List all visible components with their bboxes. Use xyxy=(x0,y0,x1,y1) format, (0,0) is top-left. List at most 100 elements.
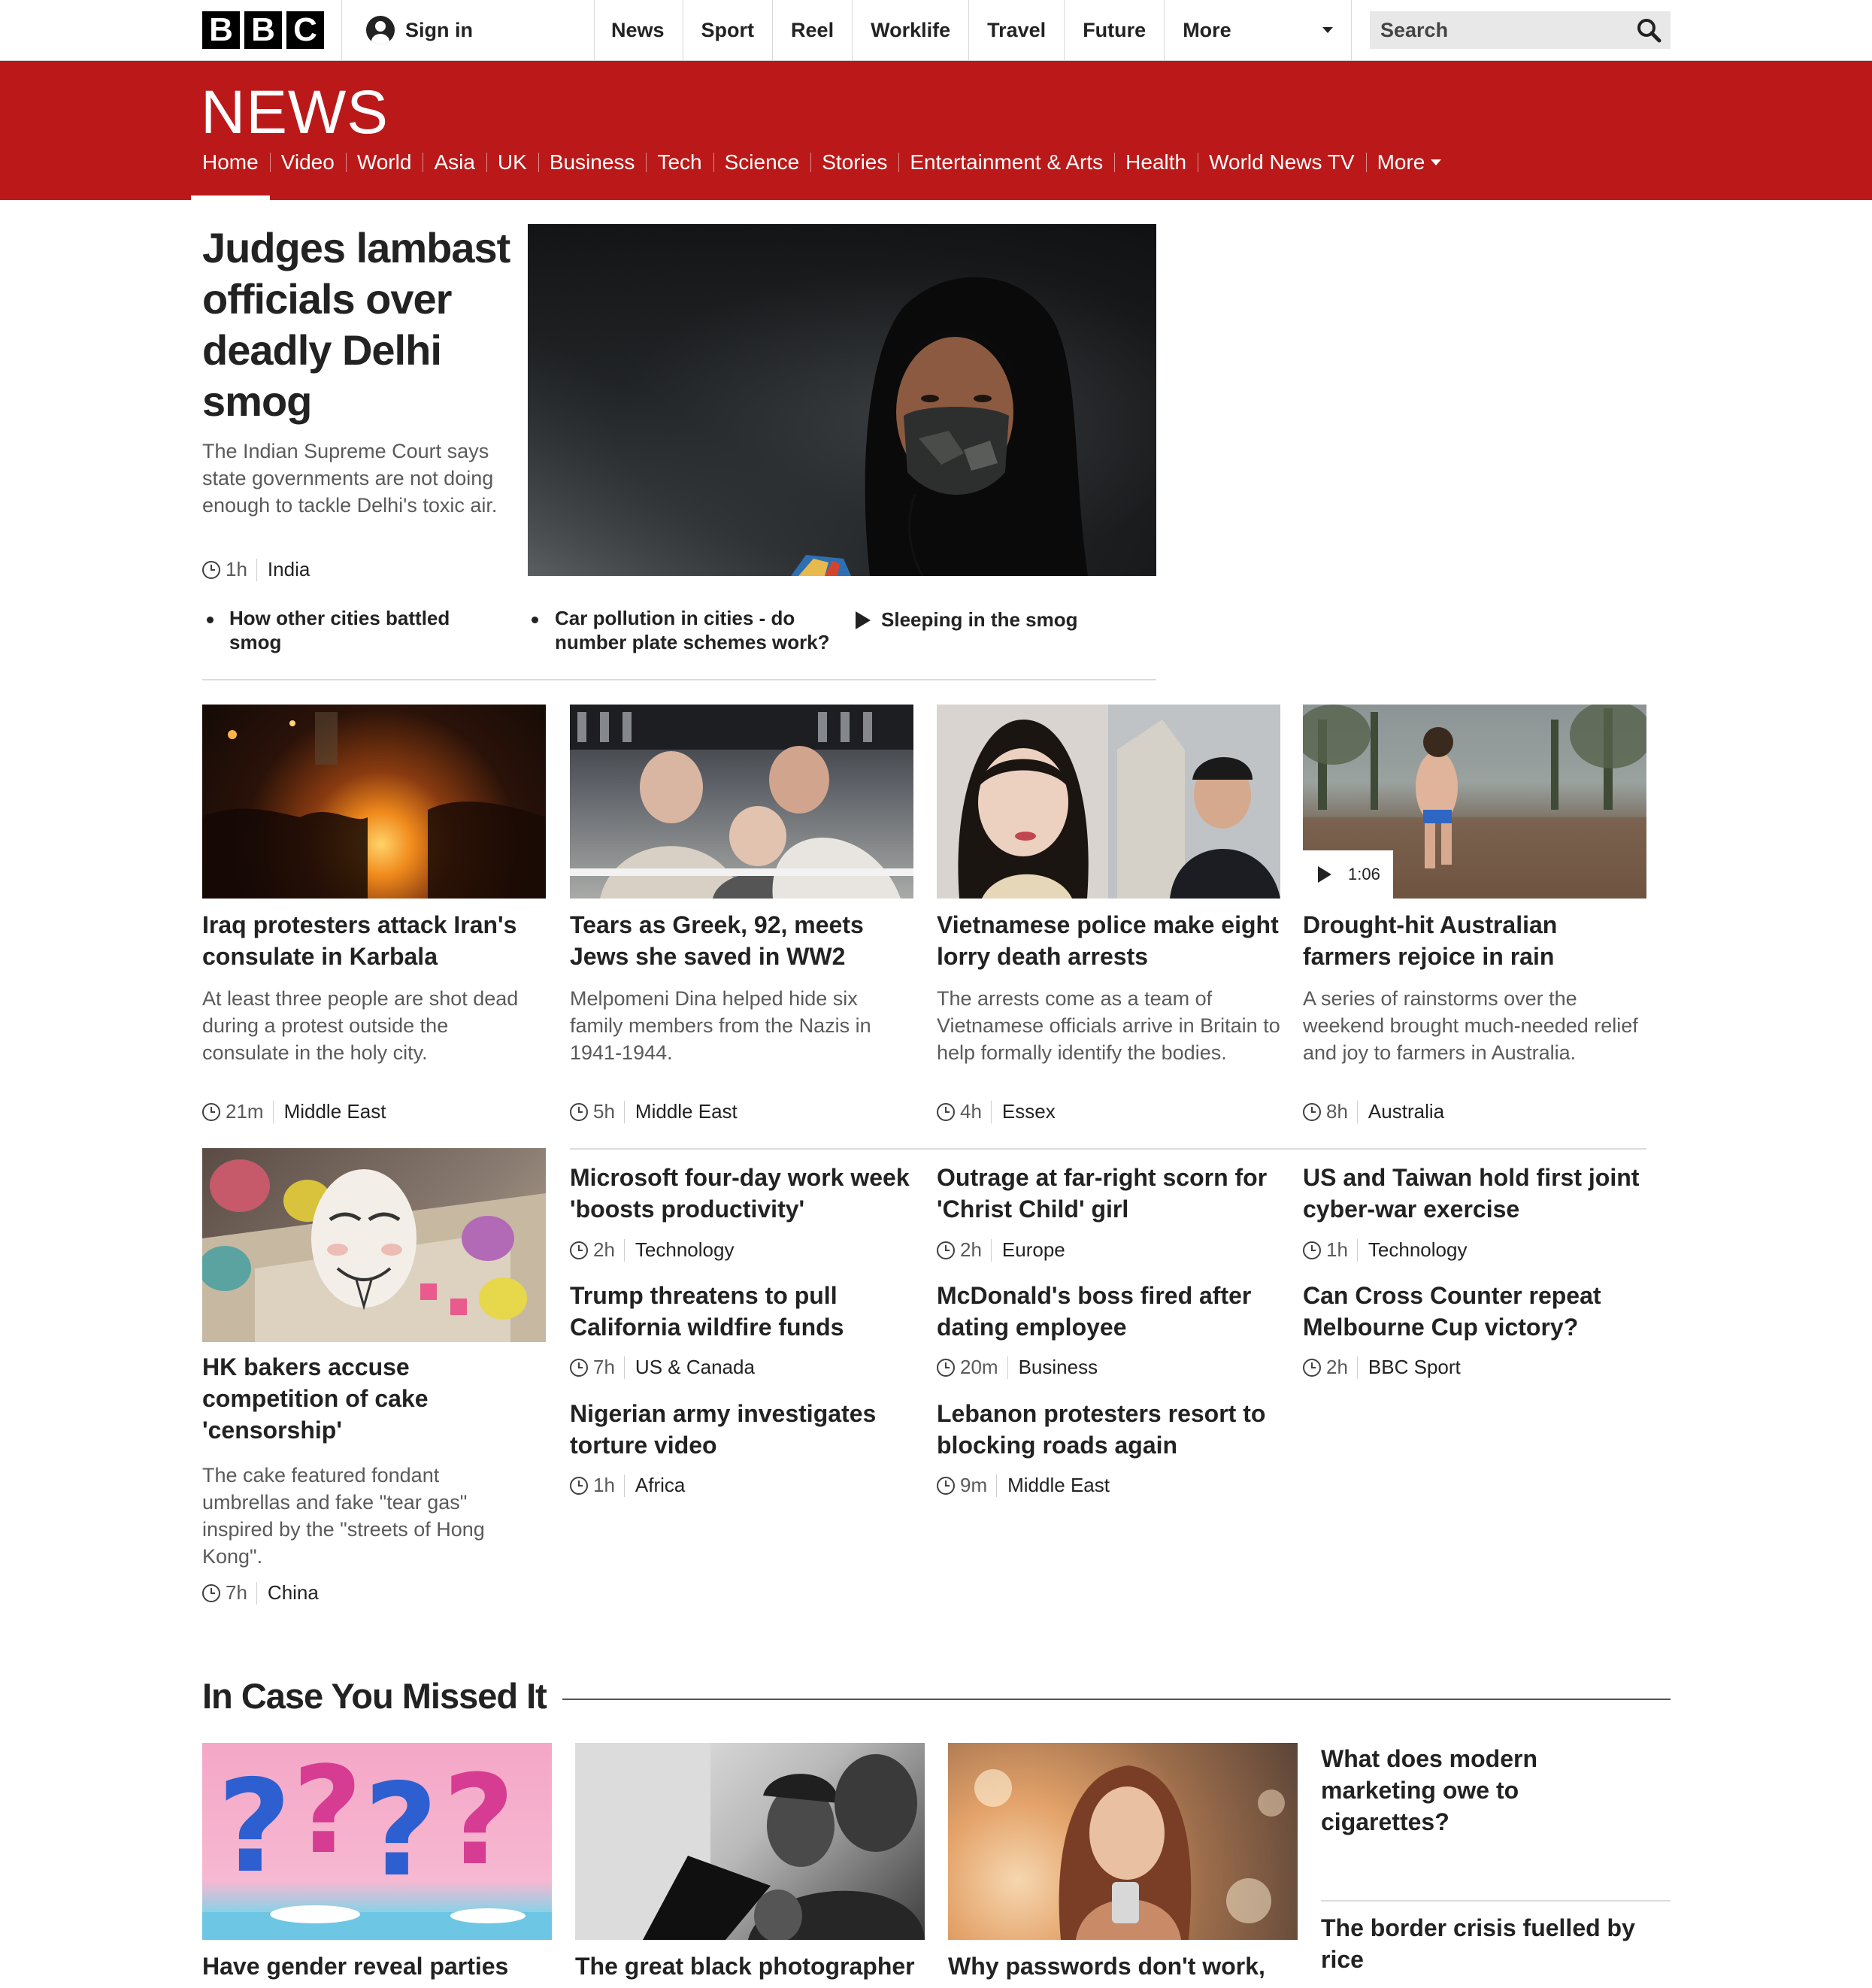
card-section-link[interactable]: Middle East xyxy=(635,1100,738,1123)
story-section-link[interactable]: Europe xyxy=(1002,1238,1065,1262)
vietnamese-portraits-photo xyxy=(937,705,1280,899)
news-wordmark[interactable]: NEWS xyxy=(201,77,389,148)
story-section-link[interactable]: Technology xyxy=(635,1238,735,1262)
tab-business[interactable]: Business xyxy=(538,144,647,181)
missed-image-photographer[interactable] xyxy=(575,1743,925,1940)
card-summary: At least three people are shot dead duri… xyxy=(202,987,519,1064)
related-link-sleeping-in-smog[interactable]: Sleeping in the smog xyxy=(881,608,1129,632)
divider xyxy=(623,1100,625,1123)
story-section-link[interactable]: BBC Sport xyxy=(1368,1356,1461,1379)
search-icon[interactable] xyxy=(1636,17,1661,43)
missed-side-headline[interactable]: What does modern marketing owe to cigare… xyxy=(1321,1743,1622,1838)
divider xyxy=(256,558,257,581)
story-time: 20m xyxy=(960,1356,998,1378)
clock-icon xyxy=(937,1102,955,1121)
card-meta: 8h Australia xyxy=(1303,1100,1444,1123)
story-headline[interactable]: Microsoft four-day work week 'boosts pro… xyxy=(570,1162,916,1225)
missed-headline[interactable]: Have gender reveal parties xyxy=(202,1950,552,1982)
global-nav-future[interactable]: Future xyxy=(1065,0,1165,60)
story-headline[interactable]: Lebanon protesters resort to blocking ro… xyxy=(937,1398,1283,1461)
missed-side-headline[interactable]: The border crisis fuelled by rice xyxy=(1321,1912,1667,1975)
card-headline[interactable]: Iraq protesters attack Iran's consulate … xyxy=(202,909,537,972)
tab-video[interactable]: Video xyxy=(269,144,346,181)
card-image-australia[interactable]: 1:06 xyxy=(1303,705,1646,899)
story-section-link[interactable]: US & Canada xyxy=(635,1356,755,1379)
global-nav: News Sport Reel Worklife Travel Future M… xyxy=(593,0,1353,60)
tab-tech[interactable]: Tech xyxy=(646,144,713,181)
card-headline[interactable]: Drought-hit Australian farmers rejoice i… xyxy=(1303,909,1649,972)
svg-text:?: ? xyxy=(364,1756,438,1905)
clock-icon xyxy=(1303,1358,1321,1377)
global-nav-sport[interactable]: Sport xyxy=(683,0,774,60)
bullet-icon xyxy=(532,617,538,623)
lead-image[interactable] xyxy=(528,224,1156,576)
story-meta: 2h Technology xyxy=(570,1238,734,1262)
tab-health[interactable]: Health xyxy=(1114,144,1198,181)
story-section-link[interactable]: Africa xyxy=(635,1474,685,1497)
missed-image-gender-reveal[interactable]: ? ? ? ? xyxy=(202,1743,552,1940)
divider xyxy=(1321,1900,1671,1902)
global-nav-more[interactable]: More xyxy=(1165,0,1353,60)
news-nav: Home Video World Asia UK Business Tech S… xyxy=(191,144,1452,200)
card-section-link[interactable]: Australia xyxy=(1368,1100,1444,1123)
tab-world-news-tv[interactable]: World News TV xyxy=(1198,144,1365,181)
hk-headline[interactable]: HK bakers accuse competition of cake 'ce… xyxy=(202,1351,518,1446)
missed-headline[interactable]: The great black photographer xyxy=(575,1950,928,1982)
story-section-link[interactable]: Middle East xyxy=(1007,1474,1110,1497)
card-headline[interactable]: Tears as Greek, 92, meets Jews she saved… xyxy=(570,909,904,972)
tab-home[interactable]: Home xyxy=(191,144,270,200)
story-section-link[interactable]: Business xyxy=(1019,1356,1098,1379)
tab-asia[interactable]: Asia xyxy=(423,144,486,181)
story-meta: 1h Technology xyxy=(1303,1238,1467,1262)
story-time: 9m xyxy=(960,1474,988,1496)
lead-headline[interactable]: Judges lambast officials over deadly Del… xyxy=(202,223,514,427)
divider xyxy=(996,1474,998,1497)
story-headline[interactable]: US and Taiwan hold first joint cyber-war… xyxy=(1303,1162,1649,1225)
search-input[interactable] xyxy=(1379,17,1607,43)
global-nav-reel[interactable]: Reel xyxy=(773,0,853,60)
card-headline[interactable]: Vietnamese police make eight lorry death… xyxy=(937,909,1283,972)
tab-more[interactable]: More xyxy=(1365,144,1453,181)
missed-headline[interactable]: Why passwords don't work, xyxy=(948,1950,1301,1982)
story-headline[interactable]: Outrage at far-right scorn for 'Christ C… xyxy=(937,1162,1283,1225)
story-time: 2h xyxy=(1326,1356,1348,1378)
svg-text:?: ? xyxy=(443,1748,515,1893)
tab-science[interactable]: Science xyxy=(713,144,811,181)
global-nav-more-label: More xyxy=(1183,18,1231,41)
sign-in-link[interactable]: Sign in xyxy=(341,0,595,60)
card-image-vietnamese[interactable] xyxy=(937,705,1280,899)
divider xyxy=(202,679,1156,680)
tab-entertainment-arts[interactable]: Entertainment & Arts xyxy=(898,144,1114,181)
bbc-logo[interactable]: B B C xyxy=(202,11,324,49)
lead-section-link[interactable]: India xyxy=(268,558,310,581)
card-section-link[interactable]: Middle East xyxy=(284,1100,386,1123)
divider xyxy=(272,1100,274,1123)
card-section-link[interactable]: Essex xyxy=(1002,1100,1056,1123)
clock-icon xyxy=(570,1241,588,1259)
story-headline[interactable]: Nigerian army investigates torture video xyxy=(570,1398,916,1461)
divider xyxy=(990,1100,992,1123)
global-nav-travel[interactable]: Travel xyxy=(969,0,1065,60)
story-time: 7h xyxy=(593,1356,615,1378)
story-headline[interactable]: Can Cross Counter repeat Melbourne Cup v… xyxy=(1303,1280,1649,1343)
card-image-greek-jews[interactable] xyxy=(570,705,913,899)
story-headline[interactable]: Trump threatens to pull California wildf… xyxy=(570,1280,916,1343)
tab-stories[interactable]: Stories xyxy=(810,144,898,181)
story-section-link[interactable]: Technology xyxy=(1368,1238,1468,1262)
card-image-karbala[interactable] xyxy=(202,705,546,899)
related-link-other-cities[interactable]: How other cities battled smog xyxy=(229,606,477,654)
card-image-hk-cake[interactable] xyxy=(202,1148,546,1342)
tab-world[interactable]: World xyxy=(345,144,423,181)
card-time: 21m xyxy=(226,1100,264,1123)
global-nav-news[interactable]: News xyxy=(593,0,683,60)
clock-icon xyxy=(202,560,220,579)
related-link-car-pollution[interactable]: Car pollution in cities - do number plat… xyxy=(555,606,841,654)
story-headline[interactable]: McDonald's boss fired after dating emplo… xyxy=(937,1280,1283,1343)
chevron-down-icon xyxy=(1431,159,1442,165)
story-meta: 20m Business xyxy=(937,1356,1098,1379)
hk-section-link[interactable]: China xyxy=(268,1581,319,1605)
divider xyxy=(623,1474,625,1497)
global-nav-worklife[interactable]: Worklife xyxy=(853,0,970,60)
tab-uk[interactable]: UK xyxy=(486,144,538,181)
missed-image-passwords[interactable] xyxy=(948,1743,1298,1940)
